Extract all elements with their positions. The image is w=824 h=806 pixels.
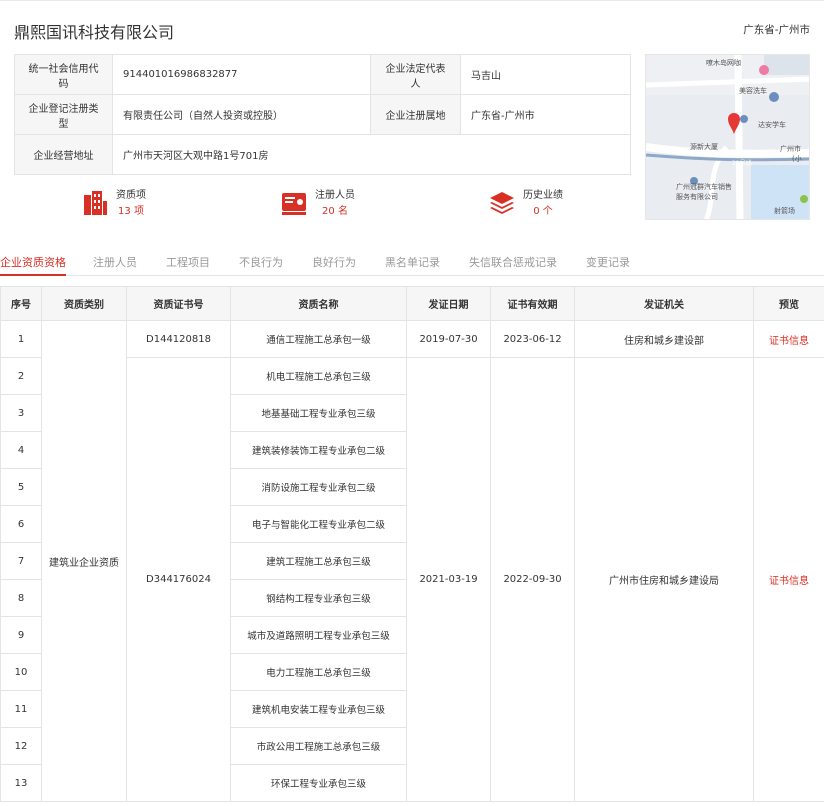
row-index: 8 xyxy=(0,579,42,617)
active-tab-indicator xyxy=(0,274,66,276)
col-name: 资质名称 xyxy=(230,286,407,321)
reg-type-value: 有限责任公司（自然人投资或控股） xyxy=(112,94,371,135)
map-label-3: 源新大厦 xyxy=(690,142,718,151)
row-index: 1 xyxy=(0,320,42,358)
col-preview: 预览 xyxy=(753,286,824,321)
qualification-name: 消防设施工程专业承包二级 xyxy=(230,468,407,506)
credit-code-label: 统一社会信用代码 xyxy=(14,54,113,95)
cert-info-link[interactable]: 证书信息 xyxy=(753,320,824,358)
row-index: 12 xyxy=(0,727,42,765)
cert-no-cell: D144120818 xyxy=(126,320,231,358)
qualification-name: 环保工程专业承包三级 xyxy=(230,764,407,802)
tab-credit-punishment[interactable]: 失信联合惩戒记录 xyxy=(469,254,557,270)
col-authority: 发证机关 xyxy=(574,286,754,321)
col-cert-no: 资质证书号 xyxy=(126,286,231,321)
authority-cell: 广州市住房和城乡建设局 xyxy=(574,357,754,802)
col-issue-date: 发证日期 xyxy=(406,286,491,321)
qualification-name: 通信工程施工总承包一级 xyxy=(230,320,407,358)
legal-rep-label: 企业法定代表人 xyxy=(370,54,461,95)
row-index: 10 xyxy=(0,653,42,691)
map-label-6: 射箭场 xyxy=(774,206,795,215)
stat-qualifications-value: 13 项 xyxy=(118,206,144,217)
map-label-1: 美容洗车 xyxy=(739,86,767,95)
qualification-name: 建筑装修装饰工程专业承包二级 xyxy=(230,431,407,469)
qualification-name: 电子与智能化工程专业承包二级 xyxy=(230,505,407,543)
table-header-row: 序号 资质类别 资质证书号 资质名称 发证日期 证书有效期 发证机关 预览 xyxy=(0,286,824,321)
company-name: 鼎熙国讯科技有限公司 xyxy=(14,23,175,42)
reg-place-value: 广东省-广州市 xyxy=(460,94,631,135)
stat-history-performance-value: 0 个 xyxy=(533,206,553,217)
building-icon xyxy=(84,191,107,215)
tab-good-behavior[interactable]: 良好行为 xyxy=(312,254,356,270)
layers-icon xyxy=(490,192,514,214)
qualification-table: 序号 资质类别 资质证书号 资质名称 发证日期 证书有效期 发证机关 预览 1 … xyxy=(0,286,824,802)
tab-blacklist[interactable]: 黑名单记录 xyxy=(385,254,440,270)
stat-history-performance-label: 历史业绩 xyxy=(523,190,563,201)
stat-registered-staff-value: 20 名 xyxy=(322,206,348,217)
address-value: 广州市天河区大观中路1号701房 xyxy=(112,134,631,175)
qualification-name: 建筑机电安装工程专业承包三级 xyxy=(230,690,407,728)
section-tabs: 企业资质资格 注册人员 工程项目 不良行为 良好行为 黑名单记录 失信联合惩戒记… xyxy=(0,248,824,276)
reg-place-label: 企业注册属地 xyxy=(370,94,461,135)
expire-date-cell: 2022-09-30 xyxy=(490,357,575,802)
tab-change-records[interactable]: 变更记录 xyxy=(586,254,630,270)
row-index: 13 xyxy=(0,764,42,802)
stat-registered-staff-label: 注册人员 xyxy=(315,190,355,201)
map-graphic: 嘹木岛网咖 美容洗车 达安学车 源新大厦 广州冠群汽车销售 服务有限公司 射箭场… xyxy=(646,55,809,219)
tab-projects[interactable]: 工程项目 xyxy=(166,254,210,270)
qualification-name: 市政公用工程施工总承包三级 xyxy=(230,727,407,765)
company-info-table: 统一社会信用代码 914401016986832877 企业法定代表人 马吉山 … xyxy=(14,54,631,175)
certificate-icon xyxy=(282,193,306,215)
qualification-name: 建筑工程施工总承包三级 xyxy=(230,542,407,580)
row-index: 5 xyxy=(0,468,42,506)
map-label-2: 达安学车 xyxy=(758,120,786,129)
table-row: 1 建筑业企业资质 D144120818 通信工程施工总承包一级 2019-07… xyxy=(0,320,824,802)
expire-date-cell: 2023-06-12 xyxy=(490,320,575,358)
issue-date-cell: 2021-03-19 xyxy=(406,357,491,802)
qualification-name: 地基基础工程专业承包三级 xyxy=(230,394,407,432)
map-label-5: 服务有限公司 xyxy=(676,192,718,201)
issue-date-cell: 2019-07-30 xyxy=(406,320,491,358)
row-index: 4 xyxy=(0,431,42,469)
stat-history-performance[interactable]: 历史业绩 0 个 xyxy=(489,189,563,221)
legal-rep-value: 马吉山 xyxy=(460,54,631,95)
tab-registered-staff[interactable]: 注册人员 xyxy=(93,254,137,270)
address-label: 企业经营地址 xyxy=(14,134,113,175)
row-index: 3 xyxy=(0,394,42,432)
col-expire-date: 证书有效期 xyxy=(490,286,575,321)
stat-registered-staff[interactable]: 注册人员 20 名 xyxy=(281,189,355,221)
tab-qualifications[interactable]: 企业资质资格 xyxy=(0,254,66,270)
stat-qualifications[interactable]: 资质项 13 项 xyxy=(82,189,146,221)
row-index: 11 xyxy=(0,690,42,728)
col-category: 资质类别 xyxy=(41,286,127,321)
cert-no-cell: D344176024 xyxy=(126,357,231,802)
row-index: 9 xyxy=(0,616,42,654)
authority-cell: 住房和城乡建设部 xyxy=(574,320,754,358)
location-map[interactable]: 嘹木岛网咖 美容洗车 达安学车 源新大厦 广州冠群汽车销售 服务有限公司 射箭场… xyxy=(645,54,810,220)
stat-qualifications-label: 资质项 xyxy=(116,190,146,201)
qualification-name: 机电工程施工总承包三级 xyxy=(230,357,407,395)
row-index: 7 xyxy=(0,542,42,580)
company-header-card: 鼎熙国讯科技有限公司 广东省-广州市 统一社会信用代码 914401016986… xyxy=(0,0,824,232)
map-label-8: (小 xyxy=(792,154,802,163)
qualification-name: 钢结构工程专业承包三级 xyxy=(230,579,407,617)
map-label-4: 广州冠群汽车销售 xyxy=(676,182,732,191)
tab-bad-behavior[interactable]: 不良行为 xyxy=(239,254,283,270)
col-index: 序号 xyxy=(0,286,42,321)
row-index: 2 xyxy=(0,357,42,395)
company-region: 广东省-广州市 xyxy=(743,24,810,36)
category-cell: 建筑业企业资质 xyxy=(41,320,127,802)
reg-type-label: 企业登记注册类型 xyxy=(14,94,113,135)
qualification-name: 城市及道路照明工程专业承包三级 xyxy=(230,616,407,654)
row-index: 6 xyxy=(0,505,42,543)
map-road-label: 21号线 xyxy=(732,159,752,167)
credit-code-value: 914401016986832877 xyxy=(112,54,371,95)
map-label-7: 广州市 xyxy=(780,144,801,153)
cert-info-link[interactable]: 证书信息 xyxy=(753,357,824,802)
map-label-0: 嘹木岛网咖 xyxy=(706,58,741,67)
qualification-name: 电力工程施工总承包三级 xyxy=(230,653,407,691)
